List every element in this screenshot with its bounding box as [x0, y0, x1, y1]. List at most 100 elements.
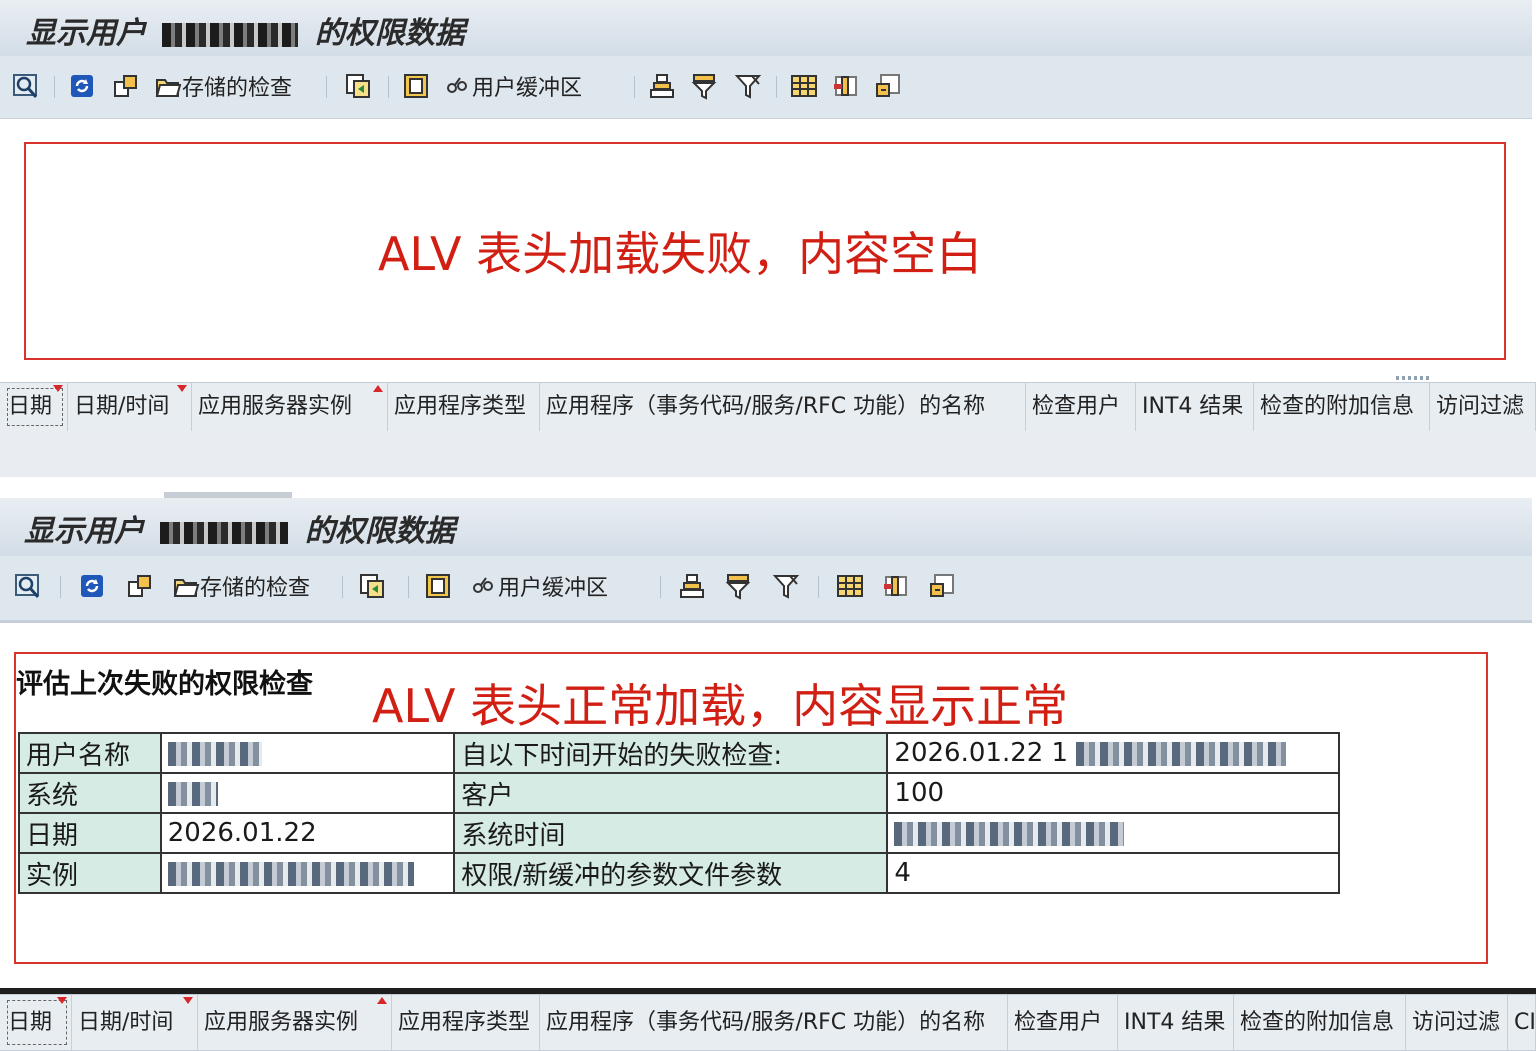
find-button[interactable]	[12, 70, 40, 102]
top-column-header: 日期 日期/时间 应用服务器实例 应用程序类型 应用程序（事务代码/服务/RFC…	[0, 382, 1536, 432]
columns-button[interactable]	[832, 70, 860, 102]
user-buffer-label: 用户缓冲区	[472, 76, 583, 101]
top-grid-body	[0, 431, 1536, 477]
header-info-table: 用户名称 自以下时间开始的失败检查: 2026.01.22 1 系统 客户 10…	[18, 732, 1340, 894]
value-date: 2026.01.22	[159, 812, 456, 854]
col-access-filter[interactable]: 访问过滤	[1430, 383, 1536, 431]
redacted-value	[1076, 741, 1287, 766]
user-buffer-button[interactable]: 用户缓冲区	[444, 70, 582, 102]
top-title-bar: 显示用户 的权限数据	[0, 0, 1532, 57]
filter-button-2[interactable]	[724, 570, 752, 602]
sort-icon	[678, 572, 706, 600]
value-username	[159, 732, 456, 774]
label-failed-since: 自以下时间开始的失败检查:	[453, 732, 889, 774]
details-icon	[928, 572, 956, 600]
col-check-user[interactable]: 检查用户	[1026, 383, 1136, 431]
details-button-2[interactable]	[928, 570, 956, 602]
col-datetime[interactable]: 日期/时间	[68, 383, 192, 431]
refresh-icon	[78, 572, 106, 600]
grid-icon	[790, 72, 818, 100]
columns-icon	[882, 572, 910, 600]
top-splitter[interactable]	[1396, 376, 1432, 380]
col-app-type[interactable]: 应用程序类型	[388, 383, 540, 431]
redacted-value	[894, 821, 1125, 846]
label-client: 客户	[453, 772, 889, 814]
col-app-name[interactable]: 应用程序（事务代码/服务/RFC 功能）的名称	[540, 383, 1026, 431]
layout-button[interactable]	[402, 70, 430, 102]
bottom-splitter[interactable]	[1320, 984, 1356, 988]
col-date[interactable]: 日期	[2, 383, 68, 431]
col-app-name-2[interactable]: 应用程序（事务代码/服务/RFC 功能）的名称	[540, 995, 1008, 1050]
col-app-type-2[interactable]: 应用程序类型	[392, 995, 540, 1050]
user-buffer-icon	[470, 572, 498, 600]
export-icon	[126, 572, 154, 600]
col-datetime-2[interactable]: 日期/时间	[72, 995, 198, 1050]
redacted-value	[167, 741, 262, 766]
bottom-toolbar: 存储的检查 用户缓冲区	[0, 556, 1532, 621]
header-row: 实例 权限/新缓冲的参数文件参数 4	[18, 852, 1340, 894]
columns-icon	[832, 72, 860, 100]
refresh-icon	[68, 72, 96, 100]
refresh-button[interactable]	[68, 70, 96, 102]
filter-off-button[interactable]	[734, 70, 762, 102]
value-failed-since: 2026.01.22 1	[886, 732, 1340, 774]
user-buffer-label: 用户缓冲区	[498, 576, 609, 601]
col-access-filter-2[interactable]: 访问过滤	[1406, 995, 1508, 1050]
bottom-title-bar: 显示用户 的权限数据	[0, 498, 1532, 557]
details-button[interactable]	[874, 70, 902, 102]
copy-button[interactable]	[344, 70, 372, 102]
filter-off-button-2[interactable]	[772, 570, 800, 602]
col-check-user-2[interactable]: 检查用户	[1008, 995, 1118, 1050]
copy-button-2[interactable]	[358, 570, 386, 602]
stored-checks-icon	[172, 572, 200, 600]
user-buffer-button-2[interactable]: 用户缓冲区	[470, 570, 608, 602]
find-icon	[12, 72, 40, 100]
refresh-button-2[interactable]	[78, 570, 106, 602]
filter-button[interactable]	[690, 70, 718, 102]
user-buffer-icon	[444, 72, 472, 100]
bottom-caption: ALV 表头正常加载，内容显示正常	[372, 679, 1069, 733]
layout-icon	[402, 72, 430, 100]
export-button-2[interactable]	[126, 570, 154, 602]
col-add-info[interactable]: 检查的附加信息	[1254, 383, 1430, 431]
label-instance: 实例	[18, 852, 162, 894]
grid-button[interactable]	[790, 70, 818, 102]
value-system	[159, 772, 456, 814]
grid-icon	[836, 572, 864, 600]
col-app-server[interactable]: 应用服务器实例	[192, 383, 388, 431]
col-app-server-2[interactable]: 应用服务器实例	[198, 995, 392, 1050]
value-system-time	[886, 812, 1340, 854]
top-panel: 显示用户 的权限数据 存储的检查 用户缓冲区 ALV 表头加载失败，内容空白 日…	[0, 0, 1536, 480]
filter-off-icon	[772, 572, 800, 600]
label-system: 系统	[18, 772, 162, 814]
sort-button[interactable]	[648, 70, 676, 102]
col-result[interactable]: INT4 结果	[1136, 383, 1254, 431]
stored-checks-button[interactable]: 存储的检查	[154, 70, 292, 102]
top-caption: ALV 表头加载失败，内容空白	[378, 227, 983, 281]
col-result-2[interactable]: INT4 结果	[1118, 995, 1234, 1050]
label-system-time: 系统时间	[453, 812, 889, 854]
stored-checks-button-2[interactable]: 存储的检查	[172, 570, 310, 602]
top-title-username-redacted	[162, 23, 299, 47]
col-date-2[interactable]: 日期	[2, 995, 72, 1050]
label-buffer-param: 权限/新缓冲的参数文件参数	[453, 852, 889, 894]
label-username: 用户名称	[18, 732, 162, 774]
header-heading: 评估上次失败的权限检查	[16, 669, 313, 700]
col-add-info-2[interactable]: 检查的附加信息	[1234, 995, 1406, 1050]
layout-button-2[interactable]	[424, 570, 452, 602]
col-ci-2[interactable]: CI	[1508, 995, 1536, 1050]
find-button-2[interactable]	[14, 570, 42, 602]
details-icon	[874, 72, 902, 100]
bottom-title-prefix: 显示用户	[24, 514, 144, 549]
export-button[interactable]	[112, 70, 140, 102]
redacted-value	[167, 781, 218, 806]
columns-button-2[interactable]	[882, 570, 910, 602]
layout-icon	[424, 572, 452, 600]
stored-checks-icon	[154, 72, 182, 100]
top-toolbar: 存储的检查 用户缓冲区	[0, 56, 1532, 119]
grid-button-2[interactable]	[836, 570, 864, 602]
header-row: 系统 客户 100	[18, 772, 1340, 814]
filter-icon	[690, 72, 718, 100]
stored-checks-label: 存储的检查	[200, 576, 311, 601]
sort-button-2[interactable]	[678, 570, 706, 602]
